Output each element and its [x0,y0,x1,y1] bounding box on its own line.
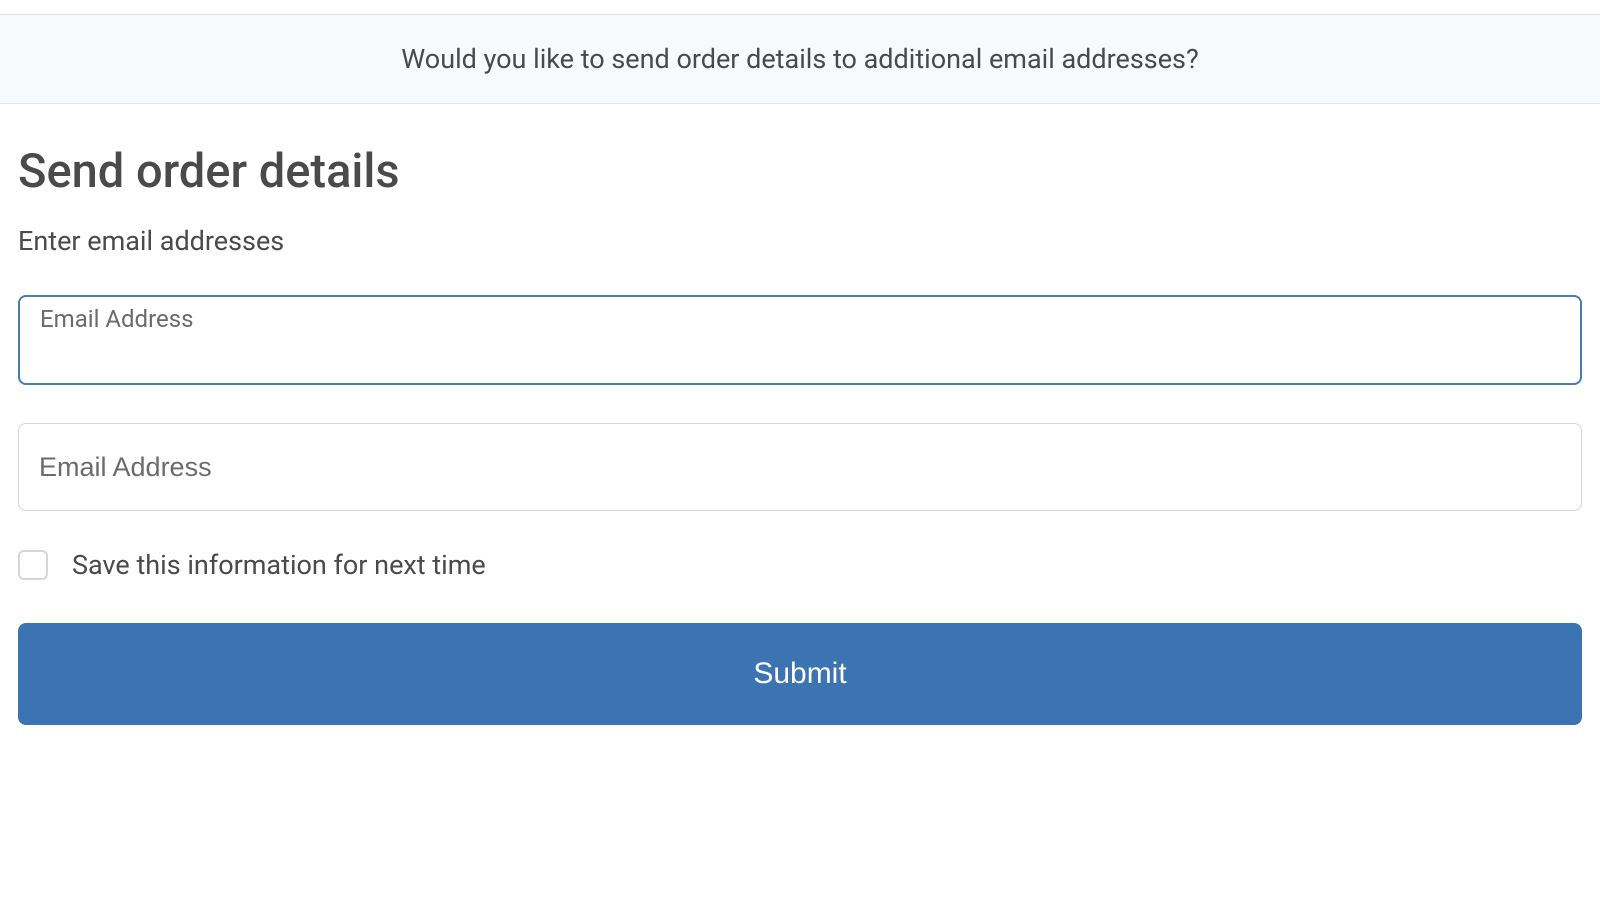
subtitle: Enter email addresses [18,225,1582,257]
notice-text: Would you like to send order details to … [401,43,1199,75]
email-field-1-label: Email Address [40,305,1560,334]
save-info-label[interactable]: Save this information for next time [72,549,486,581]
main-content: Send order details Enter email addresses… [0,104,1600,725]
email-field-2[interactable] [18,423,1582,511]
save-info-row: Save this information for next time [18,549,1582,581]
email-field-2-group [18,423,1582,511]
notice-banner: Would you like to send order details to … [0,14,1600,104]
email-field-1[interactable] [40,336,1560,372]
save-info-checkbox[interactable] [18,550,48,580]
page-title: Send order details [18,144,1582,199]
submit-button[interactable]: Submit [18,623,1582,725]
email-field-1-wrapper[interactable]: Email Address [18,295,1582,385]
email-field-1-group: Email Address [18,295,1582,385]
